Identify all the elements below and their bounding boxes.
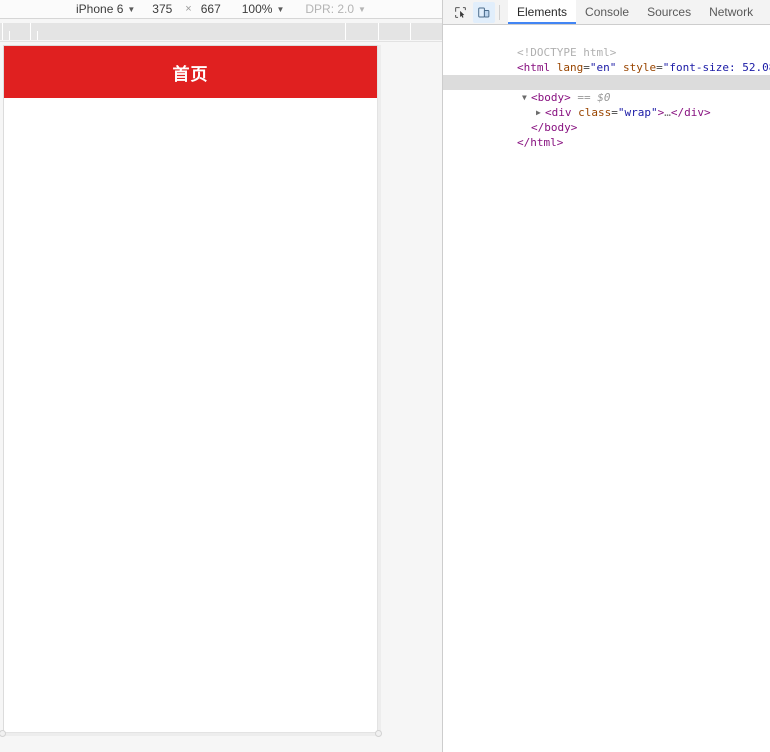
ruler-tick bbox=[378, 23, 379, 40]
tab-network-label: Network bbox=[709, 5, 754, 19]
tab-elements-label: Elements bbox=[517, 5, 568, 19]
chevron-down-icon: ▼ bbox=[358, 5, 366, 14]
devtools-tool-icons bbox=[443, 0, 508, 24]
tab-console[interactable]: Console bbox=[576, 0, 638, 24]
device-toolbar: iPhone 6 ▼ 375 × 667 100% ▼ DPR: 2.0 ▼ bbox=[0, 0, 442, 19]
device-viewport-frame: 首页 bbox=[0, 45, 382, 737]
viewport-resize-bottom[interactable] bbox=[3, 732, 378, 736]
ruler-tick bbox=[37, 31, 38, 40]
dpr-select[interactable]: DPR: 2.0 ▼ bbox=[301, 0, 370, 18]
tab-console-label: Console bbox=[585, 5, 630, 19]
devtools-window: iPhone 6 ▼ 375 × 667 100% ▼ DPR: 2.0 ▼ 首… bbox=[0, 0, 770, 752]
dom-node-body-close[interactable]: </body> bbox=[443, 105, 770, 134]
devtools-tabs: Elements Console Sources Network T bbox=[508, 0, 770, 24]
viewport-height-input[interactable]: 667 bbox=[201, 0, 225, 18]
dom-node-doctype[interactable]: <!DOCTYPE html> bbox=[443, 30, 770, 59]
device-select[interactable]: iPhone 6 ▼ bbox=[72, 0, 139, 18]
devtools-tabbar: Elements Console Sources Network T bbox=[443, 0, 770, 25]
dom-node-body[interactable]: ▼ <body> == $0 bbox=[443, 75, 770, 104]
device-select-label: iPhone 6 bbox=[76, 2, 124, 16]
device-toolbar-icon[interactable] bbox=[473, 1, 495, 23]
viewport-resize-right[interactable] bbox=[377, 45, 381, 733]
viewport-width-input[interactable]: 375 bbox=[152, 0, 176, 18]
ruler-tick bbox=[9, 31, 10, 40]
html-close-tag: </html> bbox=[516, 136, 564, 149]
chevron-down-icon: ▼ bbox=[276, 5, 285, 14]
chevron-down-icon: ▼ bbox=[127, 5, 136, 14]
tab-elements[interactable]: Elements bbox=[508, 0, 577, 24]
tab-sources[interactable]: Sources bbox=[638, 0, 700, 24]
device-viewport: 首页 bbox=[3, 45, 378, 733]
viewport-ruler[interactable] bbox=[0, 19, 442, 42]
ruler-tick bbox=[2, 23, 3, 40]
ruler-tick bbox=[345, 23, 346, 40]
ruler-tick bbox=[30, 23, 31, 40]
device-emulation-pane: iPhone 6 ▼ 375 × 667 100% ▼ DPR: 2.0 ▼ 首… bbox=[0, 0, 443, 752]
viewport-resize-corner[interactable] bbox=[375, 730, 382, 737]
ruler-tick bbox=[410, 23, 411, 40]
dpr-select-label: DPR: 2.0 bbox=[305, 2, 355, 16]
tab-truncated[interactable]: T bbox=[762, 0, 770, 24]
dimension-separator-icon: × bbox=[185, 3, 192, 15]
page-title: 首页 bbox=[172, 64, 209, 84]
tab-sources-label: Sources bbox=[647, 5, 692, 19]
dom-node-head[interactable]: ▶<head>…</head> bbox=[443, 60, 770, 89]
ruler-track bbox=[0, 23, 442, 40]
dom-node-div-wrap[interactable]: ▶ <div class="wrap">…</div> bbox=[443, 90, 770, 119]
tab-network[interactable]: Network bbox=[700, 0, 762, 24]
zoom-select[interactable]: 100% ▼ bbox=[238, 0, 289, 18]
zoom-select-label: 100% bbox=[241, 2, 273, 16]
dom-node-html-close[interactable]: </html> bbox=[443, 120, 770, 149]
toolbar-divider bbox=[499, 4, 500, 20]
page-header-banner: 首页 bbox=[4, 46, 377, 98]
dom-node-html[interactable]: <html lang="en" style="font-size: 52.083… bbox=[443, 45, 770, 74]
page-content-area bbox=[4, 98, 377, 732]
inspect-element-icon[interactable] bbox=[449, 2, 471, 23]
dom-tree: <!DOCTYPE html> <html lang="en" style="f… bbox=[443, 25, 770, 149]
devtools-panel: Elements Console Sources Network T <!DOC… bbox=[443, 0, 770, 752]
